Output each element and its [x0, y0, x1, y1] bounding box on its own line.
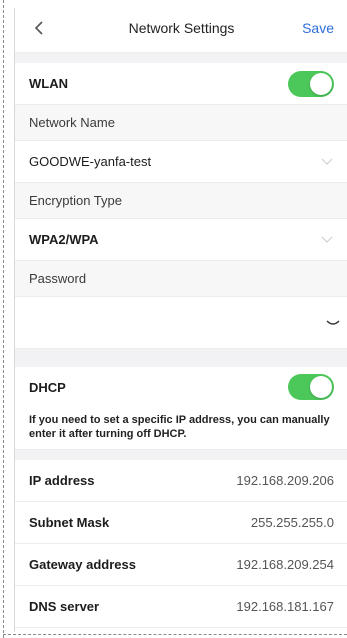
network-name-label: Network Name: [29, 115, 115, 130]
field-value: 192.168.209.254: [236, 557, 334, 572]
network-name-select[interactable]: GOODWE-yanfa-test: [15, 141, 347, 183]
section-gap: [15, 349, 347, 367]
encryption-select[interactable]: WPA2/WPA: [15, 219, 347, 261]
section-gap: [15, 53, 347, 63]
dhcp-toggle[interactable]: [288, 374, 334, 400]
gateway-address-row[interactable]: Gateway address 192.168.209.254: [15, 544, 347, 586]
encryption-label-row: Encryption Type: [15, 183, 347, 219]
field-label: IP address: [29, 473, 95, 488]
wlan-toggle[interactable]: [288, 70, 334, 97]
wlan-label: WLAN: [29, 76, 68, 91]
network-name-value: GOODWE-yanfa-test: [29, 154, 152, 169]
dhcp-row: DHCP: [15, 367, 347, 407]
field-value: 192.168.209.206: [236, 473, 334, 488]
dhcp-note: If you need to set a specific IP address…: [15, 407, 347, 450]
ip-address-row[interactable]: IP address 192.168.209.206: [15, 460, 347, 502]
password-field[interactable]: [15, 297, 347, 349]
eye-closed-icon[interactable]: [326, 314, 340, 332]
field-label: DNS server: [29, 599, 100, 614]
password-label: Password: [29, 271, 87, 286]
wlan-row: WLAN: [15, 63, 347, 105]
save-button[interactable]: Save: [302, 20, 334, 36]
dhcp-label: DHCP: [29, 379, 66, 395]
dns-server-row[interactable]: DNS server 192.168.181.167: [15, 586, 347, 628]
encryption-label: Encryption Type: [29, 193, 122, 208]
nav-bar: Network Settings Save: [15, 8, 347, 53]
password-label-row: Password: [15, 261, 347, 297]
field-label: Subnet Mask: [29, 515, 110, 530]
field-value: 255.255.255.0: [250, 515, 334, 530]
section-gap: [15, 450, 347, 460]
toggle-knob: [310, 72, 332, 95]
network-settings-screen: Network Settings Save WLAN Network Name …: [14, 8, 347, 632]
chevron-down-icon: [320, 233, 334, 247]
encryption-value: WPA2/WPA: [29, 232, 99, 247]
network-name-label-row: Network Name: [15, 105, 347, 141]
field-value: 192.168.181.167: [236, 599, 334, 614]
frame-border-bottom: [3, 634, 347, 635]
chevron-down-icon: [320, 155, 334, 169]
subnet-mask-row[interactable]: Subnet Mask 255.255.255.0: [15, 502, 347, 544]
toggle-knob: [310, 376, 332, 398]
frame-border-left: [3, 0, 4, 638]
page-title: Network Settings: [128, 20, 235, 36]
field-label: Gateway address: [29, 557, 136, 572]
